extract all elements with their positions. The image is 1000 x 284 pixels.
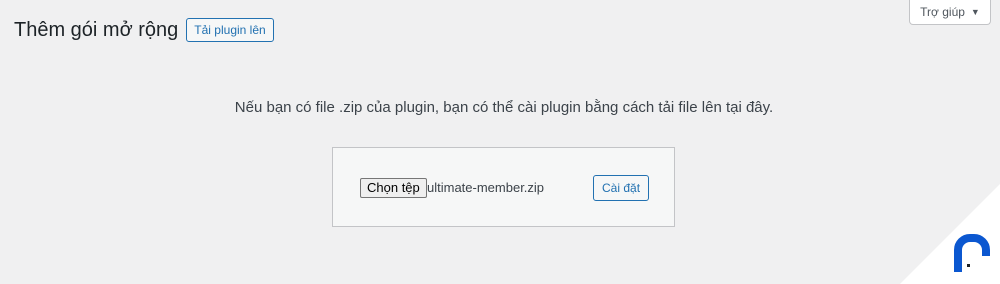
choose-file-button[interactable]: Chọn tệp bbox=[360, 178, 427, 198]
install-now-button[interactable]: Cài đặt bbox=[593, 175, 650, 201]
page-header: Thêm gói mở rộng Tải plugin lên bbox=[14, 17, 274, 43]
upload-form: Chọn tệp ultimate-member.zip Cài đặt bbox=[332, 147, 675, 227]
upload-help-text: Nếu bạn có file .zip của plugin, bạn có … bbox=[234, 99, 774, 116]
upload-plugin-button[interactable]: Tải plugin lên bbox=[186, 18, 274, 42]
help-tab-label: Trợ giúp bbox=[920, 5, 965, 19]
brand-logo-icon bbox=[954, 234, 990, 272]
selected-file-name: ultimate-member.zip bbox=[427, 180, 545, 195]
chevron-down-icon: ▼ bbox=[970, 7, 980, 17]
page-title: Thêm gói mở rộng bbox=[14, 19, 179, 41]
help-tab-button[interactable]: Trợ giúp ▼ bbox=[909, 0, 991, 25]
